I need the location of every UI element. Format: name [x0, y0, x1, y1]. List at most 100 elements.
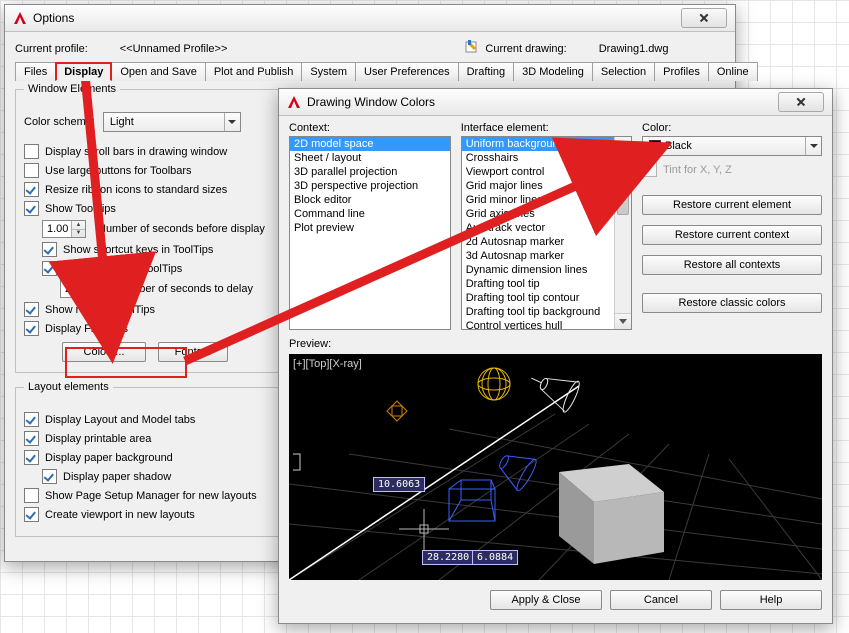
file-tabs-label: Display File Tabs	[45, 323, 128, 335]
show-tooltips-checkbox[interactable]	[24, 201, 39, 216]
interface-item[interactable]: 2d Autosnap marker	[462, 235, 614, 249]
dwc-title: Drawing Window Colors	[307, 95, 435, 109]
color-scheme-value: Light	[110, 116, 134, 128]
chevron-down-icon	[224, 113, 240, 131]
interface-item[interactable]: Viewport control	[462, 165, 614, 179]
cancel-button[interactable]: Cancel	[610, 590, 712, 610]
context-item[interactable]: 3D perspective projection	[290, 179, 450, 193]
shortcut-keys-checkbox[interactable]	[42, 242, 57, 257]
restore-element-button[interactable]: Restore current element	[642, 195, 822, 215]
context-label: Context:	[289, 122, 451, 134]
interface-item[interactable]: Grid major lines	[462, 179, 614, 193]
restore-all-button[interactable]: Restore all contexts	[642, 255, 822, 275]
tab-3d-modeling[interactable]: 3D Modeling	[513, 62, 593, 81]
help-button[interactable]: Help	[720, 590, 822, 610]
tab-profiles[interactable]: Profiles	[654, 62, 709, 81]
tab-display[interactable]: Display	[55, 62, 112, 81]
color-swatch	[649, 140, 661, 152]
context-listbox[interactable]: 2D model spaceSheet / layout3D parallel …	[289, 136, 451, 330]
tab-online[interactable]: Online	[708, 62, 758, 81]
colors-button[interactable]: Colors...	[62, 342, 146, 362]
layout-model-tabs-checkbox[interactable]	[24, 412, 39, 427]
create-viewport-checkbox[interactable]	[24, 507, 39, 522]
drawing-icon	[465, 40, 481, 57]
interface-item[interactable]: Crosshairs	[462, 151, 614, 165]
tab-user-preferences[interactable]: User Preferences	[355, 62, 459, 81]
interface-item[interactable]: Dynamic dimension lines	[462, 263, 614, 277]
scrollbars-checkbox[interactable]	[24, 144, 39, 159]
fonts-button[interactable]: Fonts...	[158, 342, 228, 362]
autocad-icon	[287, 95, 301, 109]
seconds-before-field[interactable]: ▲▼1.00	[42, 220, 86, 238]
color-label: Color:	[642, 122, 822, 134]
interface-listbox[interactable]: Uniform backgroundCrosshairsViewport con…	[461, 136, 632, 330]
context-item[interactable]: Sheet / layout	[290, 151, 450, 165]
color-scheme-dropdown[interactable]: Light	[103, 112, 241, 132]
close-icon	[796, 97, 806, 107]
window-elements-title: Window Elements	[24, 83, 120, 95]
paper-background-label: Display paper background	[45, 452, 173, 464]
interface-item[interactable]: Autotrack vector	[462, 221, 614, 235]
interface-item[interactable]: Grid axis lines	[462, 207, 614, 221]
close-button[interactable]	[681, 8, 727, 28]
current-profile-label: Current profile:	[15, 43, 88, 55]
resize-ribbon-checkbox[interactable]	[24, 182, 39, 197]
context-item[interactable]: 2D model space	[290, 137, 450, 151]
color-dropdown[interactable]: Black	[642, 136, 822, 156]
preview-label: Preview:	[289, 338, 822, 350]
rollover-checkbox[interactable]	[24, 302, 39, 317]
tint-checkbox	[642, 162, 657, 177]
tab-selection[interactable]: Selection	[592, 62, 655, 81]
color-scheme-label: Color scheme:	[24, 116, 95, 128]
file-tabs-checkbox[interactable]	[24, 321, 39, 336]
interface-item[interactable]: Drafting tool tip	[462, 277, 614, 291]
context-item[interactable]: Block editor	[290, 193, 450, 207]
restore-context-button[interactable]: Restore current context	[642, 225, 822, 245]
tab-open-and-save[interactable]: Open and Save	[111, 62, 205, 81]
options-title: Options	[33, 11, 74, 25]
page-setup-manager-checkbox[interactable]	[24, 488, 39, 503]
scrollbar[interactable]	[614, 137, 631, 329]
extended-tooltips-checkbox[interactable]	[42, 261, 57, 276]
drawing-window-colors-dialog: Drawing Window Colors Context: 2D model …	[278, 88, 833, 624]
interface-item[interactable]: 3d Autosnap marker	[462, 249, 614, 263]
interface-item[interactable]: Drafting tool tip background	[462, 305, 614, 319]
tint-label: Tint for X, Y, Z	[663, 164, 732, 176]
paper-shadow-checkbox[interactable]	[42, 469, 57, 484]
tab-drafting[interactable]: Drafting	[458, 62, 515, 81]
layout-elements-title: Layout elements	[24, 381, 113, 393]
create-viewport-label: Create viewport in new layouts	[45, 509, 195, 521]
context-item[interactable]: Plot preview	[290, 221, 450, 235]
interface-item[interactable]: Uniform background	[462, 137, 614, 151]
resize-ribbon-label: Resize ribbon icons to standard sizes	[45, 184, 227, 196]
titlebar: Options	[5, 5, 735, 32]
seconds-before-value: 1.00	[43, 223, 68, 235]
seconds-delay-field[interactable]: ▲▼2	[60, 280, 104, 298]
autocad-icon	[13, 11, 27, 25]
printable-area-checkbox[interactable]	[24, 431, 39, 446]
shortcut-keys-label: Show shortcut keys in ToolTips	[63, 244, 213, 256]
paper-background-checkbox[interactable]	[24, 450, 39, 465]
scroll-thumb[interactable]	[617, 153, 629, 215]
interface-item[interactable]: Control vertices hull	[462, 319, 614, 330]
large-buttons-checkbox[interactable]	[24, 163, 39, 178]
apply-close-button[interactable]: Apply & Close	[490, 590, 602, 610]
tab-plot-and-publish[interactable]: Plot and Publish	[205, 62, 303, 81]
tab-files[interactable]: Files	[15, 62, 56, 81]
preview-overlay: [+][Top][X-ray]	[293, 358, 362, 370]
rollover-label: Show rollover ToolTips	[45, 304, 155, 316]
context-item[interactable]: Command line	[290, 207, 450, 221]
interface-item[interactable]: Drafting tool tip contour	[462, 291, 614, 305]
seconds-delay-label: Number of seconds to delay	[116, 283, 253, 295]
current-drawing-group: Current drawing:	[465, 40, 566, 57]
dwc-close-button[interactable]	[778, 92, 824, 112]
coord-b2: 6.0884	[472, 550, 518, 565]
tab-system[interactable]: System	[301, 62, 356, 81]
interface-item[interactable]: Grid minor lines	[462, 193, 614, 207]
scrollbars-label: Display scroll bars in drawing window	[45, 146, 227, 158]
context-item[interactable]: 3D parallel projection	[290, 165, 450, 179]
restore-classic-button[interactable]: Restore classic colors	[642, 293, 822, 313]
current-drawing-value: Drawing1.dwg	[599, 43, 669, 55]
close-icon	[699, 13, 709, 23]
preview-area: [+][Top][X-ray] 10.6063 28.2280 6.0884	[289, 354, 822, 580]
